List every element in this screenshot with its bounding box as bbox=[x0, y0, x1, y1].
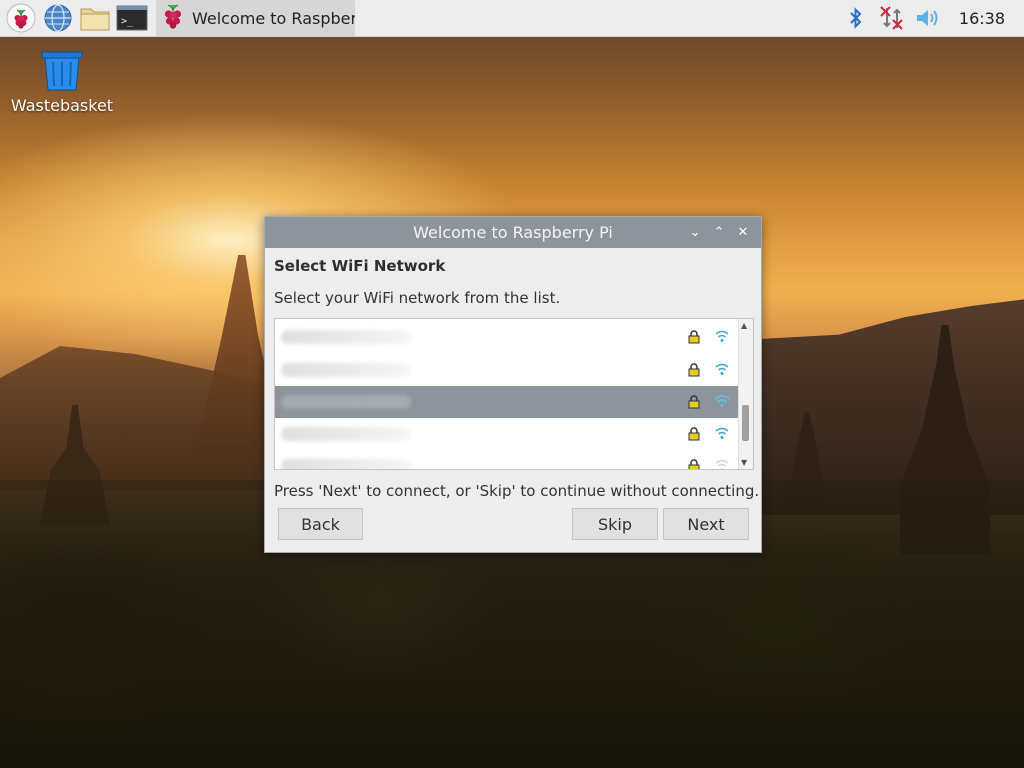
taskbar: >_ Welcome to Raspberr... bbox=[0, 0, 1024, 37]
scroll-up-icon[interactable]: ▲ bbox=[741, 321, 747, 330]
taskbar-window-title: Welcome to Raspberr... bbox=[192, 8, 355, 28]
dialog-titlebar[interactable]: Welcome to Raspberry Pi ⌄ ⌃ ✕ bbox=[265, 217, 761, 248]
scroll-thumb[interactable] bbox=[742, 405, 749, 441]
network-ssid bbox=[281, 330, 411, 344]
taskbar-welcome-window[interactable]: Welcome to Raspberr... bbox=[156, 0, 355, 36]
volume-icon[interactable] bbox=[915, 5, 941, 31]
desktop-icon-label: Wastebasket bbox=[10, 96, 114, 115]
network-ssid bbox=[281, 363, 411, 377]
scroll-down-icon[interactable]: ▼ bbox=[741, 458, 747, 467]
network-ssid bbox=[281, 427, 411, 441]
lock-icon bbox=[688, 459, 700, 469]
wifi-network-list[interactable]: ▲ ▼ bbox=[274, 318, 754, 470]
bluetooth-icon[interactable] bbox=[843, 5, 869, 31]
connect-hint: Press 'Next' to connect, or 'Skip' to co… bbox=[274, 482, 760, 500]
close-icon[interactable]: ✕ bbox=[731, 225, 755, 240]
minimize-icon[interactable]: ⌄ bbox=[683, 225, 707, 240]
network-ssid bbox=[281, 395, 411, 409]
wifi-signal-icon bbox=[714, 395, 730, 407]
clock[interactable]: 16:38 bbox=[959, 9, 1005, 28]
network-row[interactable] bbox=[275, 321, 740, 353]
network-ssid bbox=[281, 459, 411, 469]
network-row[interactable] bbox=[275, 418, 740, 450]
web-browser-icon[interactable] bbox=[42, 2, 74, 34]
page-description: Select your WiFi network from the list. bbox=[274, 289, 561, 307]
terminal-icon[interactable]: >_ bbox=[116, 2, 148, 34]
wifi-signal-icon bbox=[715, 363, 729, 375]
network-disconnected-icon[interactable] bbox=[879, 5, 905, 31]
raspberry-pi-icon bbox=[160, 2, 186, 34]
page-title: Select WiFi Network bbox=[274, 257, 446, 275]
network-row-selected[interactable] bbox=[275, 386, 740, 418]
wifi-signal-icon bbox=[715, 427, 729, 439]
wifi-signal-icon bbox=[715, 330, 729, 342]
lock-icon bbox=[688, 330, 700, 344]
wastebasket-icon bbox=[41, 51, 83, 91]
list-scrollbar[interactable]: ▲ ▼ bbox=[738, 319, 753, 469]
lock-icon bbox=[688, 395, 700, 409]
desktop-icon-wastebasket[interactable]: Wastebasket bbox=[8, 50, 116, 115]
skip-button[interactable]: Skip bbox=[572, 508, 658, 540]
system-tray: 16:38 bbox=[833, 0, 1024, 36]
svg-text:>_: >_ bbox=[121, 16, 134, 27]
back-button[interactable]: Back bbox=[278, 508, 363, 540]
file-manager-icon[interactable] bbox=[79, 2, 111, 34]
wifi-signal-icon bbox=[715, 459, 729, 469]
lock-icon bbox=[688, 363, 700, 377]
raspberry-menu-icon[interactable] bbox=[5, 2, 37, 34]
lock-icon bbox=[688, 427, 700, 441]
maximize-icon[interactable]: ⌃ bbox=[707, 225, 731, 240]
next-button[interactable]: Next bbox=[663, 508, 749, 540]
welcome-dialog: Welcome to Raspberry Pi ⌄ ⌃ ✕ Select WiF… bbox=[264, 216, 762, 553]
network-row[interactable] bbox=[275, 450, 740, 469]
dialog-title: Welcome to Raspberry Pi bbox=[413, 223, 613, 242]
network-row[interactable] bbox=[275, 354, 740, 386]
window-controls: ⌄ ⌃ ✕ bbox=[683, 217, 755, 248]
